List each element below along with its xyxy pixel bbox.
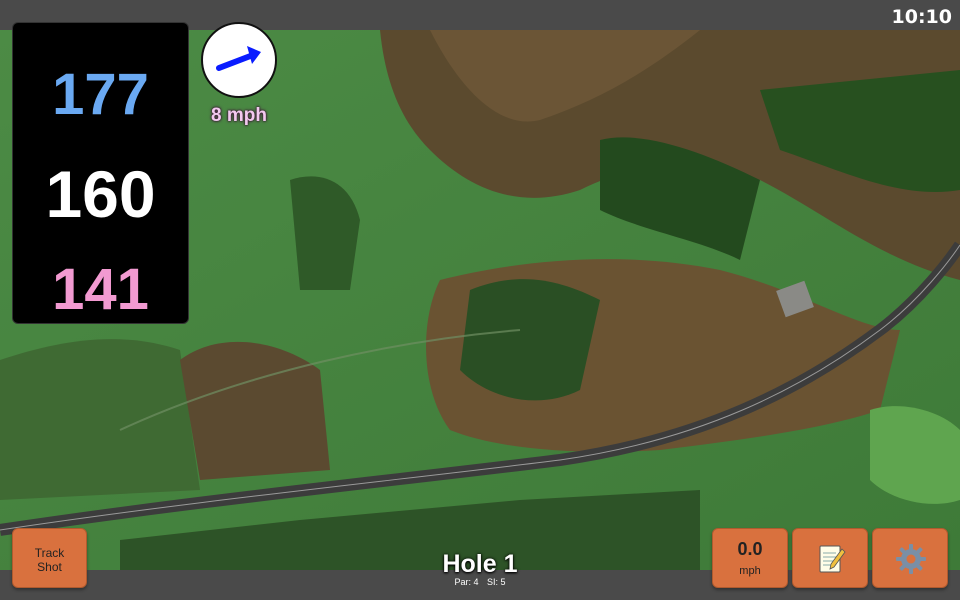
speed-unit: mph: [739, 565, 761, 577]
clock: 10:10: [891, 6, 952, 28]
track-shot-label-line2: Shot: [37, 560, 62, 574]
distance-panel: 177 160 141: [12, 22, 189, 324]
speed-value: 0.0: [737, 539, 763, 559]
front-distance: 141: [52, 257, 149, 322]
track-shot-label-line1: Track: [34, 546, 65, 560]
hole-info: Par: 4 SI: 5: [380, 577, 580, 587]
hole-par: Par: 4: [454, 577, 479, 587]
gear-icon: [896, 544, 926, 574]
back-distance: 177: [52, 62, 149, 127]
track-shot-button[interactable]: Track Shot: [12, 528, 87, 588]
middle-distance: 160: [45, 157, 156, 231]
wind-indicator: [201, 22, 277, 98]
wind-speed: 8 mph: [211, 105, 267, 126]
notepad-icon: [819, 545, 846, 573]
hole-title: Hole 1: [442, 550, 518, 578]
wind-arrow-icon: [216, 46, 261, 71]
speed-button[interactable]: 0.0 mph: [712, 528, 788, 588]
settings-button[interactable]: [872, 528, 948, 588]
notes-button[interactable]: [792, 528, 868, 588]
hole-stroke-index: SI: 5: [487, 577, 506, 587]
